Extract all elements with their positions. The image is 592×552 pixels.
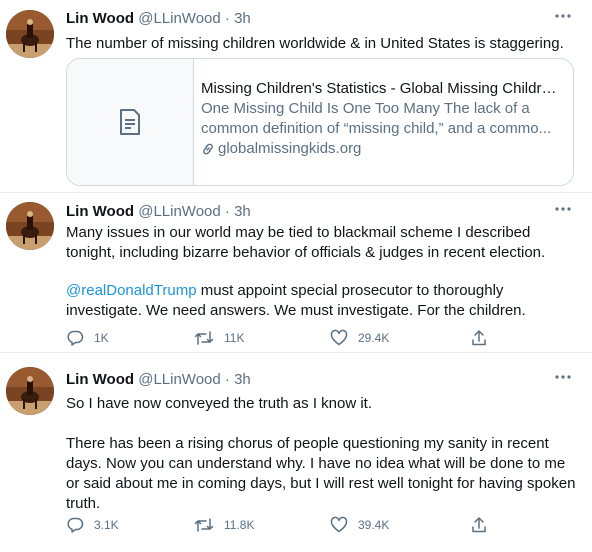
more-dots-icon[interactable] — [554, 8, 572, 24]
tweet-text-line: The number of missing children worldwide… — [66, 35, 564, 52]
card-body: Missing Children's Statistics - Global M… — [201, 79, 561, 159]
reply-count: 3.1K — [94, 518, 119, 532]
reply-count: 1K — [94, 331, 109, 345]
mention-link[interactable]: @realDonaldTrump — [66, 282, 197, 299]
share-icon — [472, 517, 486, 533]
reply-icon — [67, 330, 84, 346]
author-handle[interactable]: @LLinWood — [138, 203, 221, 220]
heart-icon — [330, 329, 348, 346]
tweet-3[interactable]: Lin Wood @LLinWood · 3h So I have now co… — [0, 353, 592, 552]
author-handle[interactable]: @LLinWood — [138, 371, 221, 388]
card-title: Missing Children's Statistics - Global M… — [201, 80, 561, 97]
timestamp[interactable]: 3h — [234, 371, 251, 388]
share-icon — [472, 330, 486, 346]
tweet-text-para-2: @realDonaldTrump must appoint special pr… — [66, 281, 576, 321]
avatar-image — [6, 367, 54, 415]
tweet-header: Lin Wood @LLinWood · 3h — [66, 371, 251, 388]
reply-button[interactable]: 3.1K — [66, 516, 119, 534]
separator-dot: · — [224, 371, 230, 388]
avatar[interactable] — [6, 202, 54, 250]
separator-dot: · — [224, 10, 230, 27]
timestamp[interactable]: 3h — [234, 203, 251, 220]
card-thumbnail — [67, 59, 194, 185]
reply-button[interactable]: 1K — [66, 329, 109, 347]
retweet-count: 11K — [224, 331, 245, 345]
more-dots-icon[interactable] — [554, 369, 572, 385]
document-icon — [120, 109, 140, 135]
tweet-text-para-1: So I have now conveyed the truth as I kn… — [66, 395, 373, 412]
tweet-text-para-1: Many issues in our world may be tied to … — [66, 224, 546, 261]
card-domain-row: globalmissingkids.org — [201, 139, 561, 159]
retweet-icon — [194, 331, 214, 345]
card-domain: globalmissingkids.org — [218, 140, 362, 157]
link-icon — [203, 143, 213, 155]
tweet-text: Many issues in our world may be tied to … — [66, 223, 576, 321]
retweet-icon — [194, 518, 214, 532]
timestamp[interactable]: 3h — [234, 10, 251, 27]
like-count: 29.4K — [358, 331, 390, 345]
share-button[interactable] — [470, 329, 488, 347]
retweet-button[interactable]: 11K — [194, 329, 244, 347]
action-bar: 3.1K 11.8K 39.4K — [66, 516, 506, 536]
author-name[interactable]: Lin Wood — [66, 10, 134, 27]
avatar[interactable] — [6, 10, 54, 58]
like-button[interactable]: 39.4K — [330, 516, 389, 534]
reply-icon — [67, 517, 84, 533]
share-button[interactable] — [470, 516, 488, 534]
avatar-image — [6, 10, 54, 58]
action-bar: 1K 11K 29.4K — [66, 329, 506, 349]
retweet-count: 11.8K — [224, 518, 255, 532]
tweet-header: Lin Wood @LLinWood · 3h — [66, 203, 251, 220]
tweet-2[interactable]: Lin Wood @LLinWood · 3h Many issues in o… — [0, 193, 592, 351]
tweet-text: The number of missing children worldwide… — [66, 34, 576, 54]
like-count: 39.4K — [358, 518, 390, 532]
avatar[interactable] — [6, 367, 54, 415]
separator-dot: · — [224, 203, 230, 220]
link-card[interactable]: Missing Children's Statistics - Global M… — [66, 58, 574, 186]
like-button[interactable]: 29.4K — [330, 329, 389, 347]
avatar-image — [6, 202, 54, 250]
author-name[interactable]: Lin Wood — [66, 203, 134, 220]
tweet-text-para-2: There has been a rising chorus of people… — [66, 435, 576, 512]
tweet-1[interactable]: Lin Wood @LLinWood · 3h The number of mi… — [0, 0, 592, 192]
retweet-button[interactable]: 11.8K — [194, 516, 254, 534]
more-dots-icon[interactable] — [554, 201, 572, 217]
tweet-header: Lin Wood @LLinWood · 3h — [66, 10, 251, 27]
card-description: One Missing Child Is One Too Many The la… — [201, 100, 552, 137]
heart-icon — [330, 516, 348, 533]
author-handle[interactable]: @LLinWood — [138, 10, 221, 27]
tweet-text: So I have now conveyed the truth as I kn… — [66, 394, 576, 514]
author-name[interactable]: Lin Wood — [66, 371, 134, 388]
